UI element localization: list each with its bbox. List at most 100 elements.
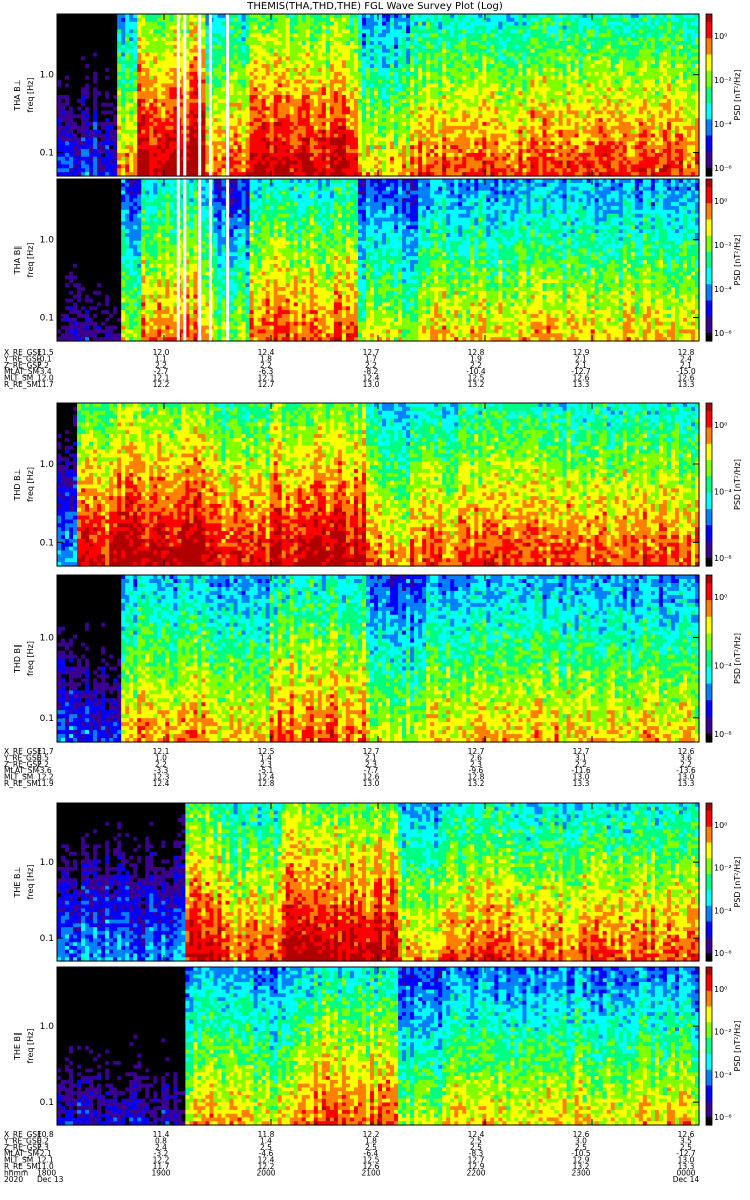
spectrogram-cell [133, 134, 138, 138]
spectrogram-cell [121, 33, 126, 37]
spectrogram-cell [69, 157, 74, 161]
spectrogram-cell [73, 114, 78, 118]
spectrogram-cell [125, 164, 130, 168]
spectrogram-cell [137, 107, 142, 111]
spectrogram-cell [73, 110, 78, 114]
spectrogram-cell [109, 76, 114, 80]
spectrogram-cell [129, 130, 134, 134]
spectrogram-cell [81, 80, 86, 84]
spectrogram-cell [137, 76, 142, 80]
spectrogram-cell [109, 161, 114, 165]
spectrogram-cell [97, 83, 102, 87]
spectrogram-cell [117, 53, 122, 57]
spectrogram-cell [97, 161, 102, 165]
spectrogram-cell [93, 37, 98, 41]
spectrogram-cell [129, 99, 134, 103]
spectrogram-cell [69, 137, 74, 141]
spectrogram-cell [65, 60, 70, 64]
spectrogram-cell [93, 53, 98, 57]
spectrogram-cell [77, 45, 82, 49]
spectrogram-cell [121, 134, 126, 138]
spectrogram-cell [57, 164, 62, 168]
spectrogram-cell [57, 18, 62, 22]
spectrogram-cell [125, 118, 130, 122]
spectrogram-cell [97, 22, 102, 26]
spectrogram-cell [73, 14, 78, 18]
spectrogram-cell [129, 14, 134, 18]
spectrogram-cell [97, 149, 102, 153]
spectrogram-cell [81, 64, 86, 68]
spectrogram-cell [85, 134, 90, 138]
spectrogram-cell [117, 91, 122, 95]
spectrogram-cell [93, 14, 98, 18]
spectrogram-cell [89, 64, 94, 68]
spectrogram-cell [97, 153, 102, 157]
spectrogram-cell [97, 18, 102, 22]
spectrogram-cell [89, 91, 94, 95]
spectrogram-cell [129, 64, 134, 68]
spectrogram-cell [113, 118, 118, 122]
spectrogram-cell [81, 22, 86, 26]
spectrogram-cell [117, 134, 122, 138]
spectrogram-cell [141, 64, 146, 68]
spectrogram-cell [105, 157, 110, 161]
spectrogram-cell [113, 80, 118, 84]
spectrogram-cell [97, 45, 102, 49]
spectrogram-cell [121, 68, 126, 72]
spectrogram-cell [125, 157, 130, 161]
spectrogram-cell [141, 60, 146, 64]
spectrogram-cell [109, 130, 114, 134]
spectrogram-cell [133, 145, 138, 149]
spectrogram-cell [57, 122, 62, 126]
spectrogram-cell [81, 91, 86, 95]
spectrogram-cell [101, 91, 106, 95]
spectrogram-cell [141, 99, 146, 103]
spectrogram-cell [77, 161, 82, 165]
spectrogram-cell [101, 114, 106, 118]
spectrogram-cell [121, 22, 126, 26]
spectrogram-cell [69, 56, 74, 60]
spectrogram-cell [101, 118, 106, 122]
spectrogram-cell [65, 41, 70, 45]
spectrogram-cell [129, 141, 134, 145]
spectrogram-cell [69, 153, 74, 157]
spectrogram-cell [93, 83, 98, 87]
spectrogram-cell [93, 99, 98, 103]
spectrogram-cell [57, 95, 62, 99]
spectrogram-cell [105, 80, 110, 84]
spectrogram-cell [137, 168, 142, 172]
spectrogram-cell [113, 26, 118, 30]
spectrogram-cell [69, 91, 74, 95]
spectrogram-cell [93, 161, 98, 165]
spectrogram-cell [73, 122, 78, 126]
spectrogram-cell [109, 29, 114, 33]
spectrogram-cell [85, 14, 90, 18]
spectrogram-cell [141, 83, 146, 87]
spectrogram-cell [93, 45, 98, 49]
spectrogram-cell [129, 29, 134, 33]
spectrogram-cell [61, 22, 66, 26]
spectrogram-cell [133, 157, 138, 161]
spectrogram-cell [141, 14, 146, 18]
spectrogram-cell [81, 168, 86, 172]
spectrogram-cell [77, 110, 82, 114]
spectrogram-cell [77, 37, 82, 41]
spectrogram-cell [77, 72, 82, 76]
spectrogram-cell [61, 83, 66, 87]
spectrogram-cell [65, 56, 70, 60]
spectrogram-cell [133, 68, 138, 72]
spectrogram-cell [129, 153, 134, 157]
spectrogram-cell [113, 149, 118, 153]
spectrogram-cell [121, 103, 126, 107]
spectrogram-cell [129, 114, 134, 118]
spectrogram-cell [73, 168, 78, 172]
spectrogram-cell [65, 145, 70, 149]
spectrogram-cell [61, 141, 66, 145]
spectrogram-cell [89, 157, 94, 161]
spectrogram-cell [69, 14, 74, 18]
spectrogram-cell [57, 87, 62, 91]
spectrogram-cell [113, 157, 118, 161]
spectrogram-cell [81, 149, 86, 153]
spectrogram-cell [81, 134, 86, 138]
spectrogram-cell [137, 56, 142, 60]
